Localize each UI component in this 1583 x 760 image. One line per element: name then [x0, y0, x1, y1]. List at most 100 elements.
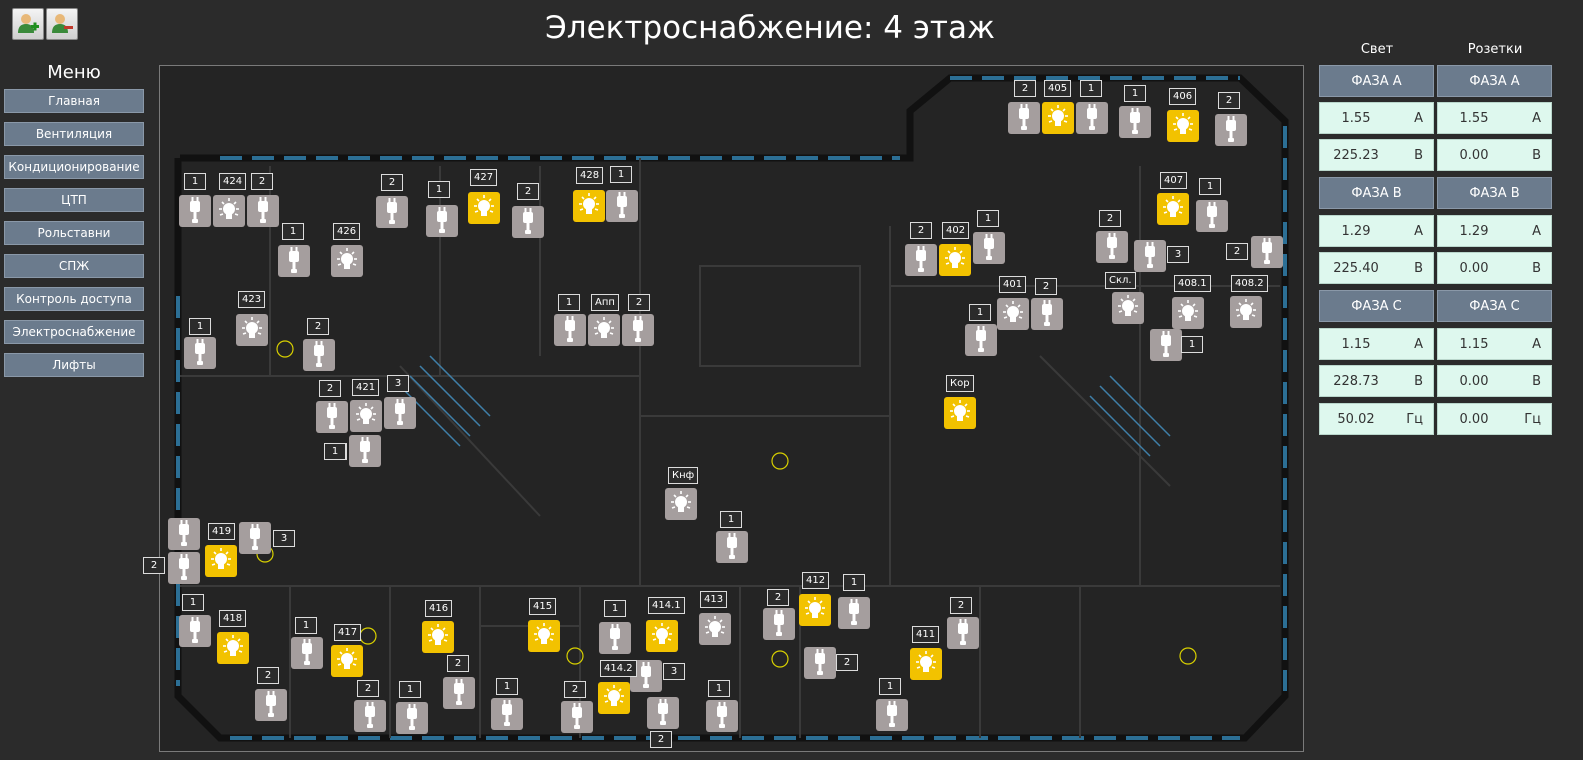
- light-indicator[interactable]: [1167, 110, 1199, 142]
- room-label-414-2: 414.2: [600, 660, 637, 677]
- room-label-1: 1: [879, 678, 901, 695]
- socket-indicator[interactable]: [376, 196, 408, 228]
- light-indicator[interactable]: [598, 682, 630, 714]
- menu-item-shutters[interactable]: Рольставни: [4, 221, 144, 245]
- light-indicator[interactable]: [350, 400, 382, 432]
- socket-indicator[interactable]: [622, 314, 654, 346]
- menu-item-main[interactable]: Главная: [4, 89, 144, 113]
- socket-indicator[interactable]: [354, 700, 386, 732]
- socket-indicator[interactable]: [763, 608, 795, 640]
- socket-indicator[interactable]: [278, 245, 310, 277]
- menu-item-spzh[interactable]: СПЖ: [4, 254, 144, 278]
- socket-indicator[interactable]: [1150, 329, 1182, 361]
- socket-indicator[interactable]: [706, 700, 738, 732]
- socket-indicator[interactable]: [184, 337, 216, 369]
- socket-indicator[interactable]: [876, 699, 908, 731]
- socket-indicator[interactable]: [965, 324, 997, 356]
- light-indicator[interactable]: [665, 488, 697, 520]
- room-label-1: 1: [1124, 85, 1146, 102]
- socket-indicator[interactable]: [255, 689, 287, 721]
- light-indicator[interactable]: [1230, 296, 1262, 328]
- light-indicator[interactable]: [1112, 292, 1144, 324]
- socket-indicator[interactable]: [512, 206, 544, 238]
- lightbulb-icon: [705, 616, 725, 637]
- socket-indicator[interactable]: [1134, 240, 1166, 272]
- menu-item-conditioning[interactable]: Кондиционирование: [4, 155, 144, 179]
- socket-indicator[interactable]: [1215, 114, 1247, 146]
- light-indicator[interactable]: [997, 298, 1029, 330]
- socket-indicator[interactable]: [838, 597, 870, 629]
- plug-icon: [815, 649, 825, 675]
- light-indicator[interactable]: [236, 314, 268, 346]
- menu-item-ventilation[interactable]: Вентиляция: [4, 122, 144, 146]
- socket-indicator[interactable]: [491, 698, 523, 730]
- light-indicator[interactable]: [799, 594, 831, 626]
- room-label-2: 2: [143, 557, 165, 574]
- light-indicator[interactable]: [944, 397, 976, 429]
- socket-indicator[interactable]: [349, 435, 381, 467]
- light-indicator[interactable]: [699, 613, 731, 645]
- room-label-3: 3: [273, 530, 295, 547]
- light-indicator[interactable]: [205, 545, 237, 577]
- socket-indicator[interactable]: [554, 314, 586, 346]
- light-indicator[interactable]: [646, 620, 678, 652]
- light-indicator[interactable]: [422, 621, 454, 653]
- socket-indicator[interactable]: [168, 552, 200, 584]
- socket-indicator[interactable]: [647, 697, 679, 729]
- socket-indicator[interactable]: [396, 702, 428, 734]
- light-indicator[interactable]: [468, 192, 500, 224]
- plug-icon: [360, 437, 370, 463]
- menu-item-access-control[interactable]: Контроль доступа: [4, 287, 144, 311]
- menu-item-ctp[interactable]: ЦТП: [4, 188, 144, 212]
- socket-indicator[interactable]: [426, 205, 458, 237]
- light-indicator[interactable]: [588, 314, 620, 346]
- page-title: Электроснабжение: 4 этаж: [545, 10, 995, 46]
- light-indicator[interactable]: [910, 648, 942, 680]
- socket-indicator[interactable]: [239, 522, 271, 554]
- light-indicator[interactable]: [331, 645, 363, 677]
- plug-icon: [179, 554, 189, 580]
- room-label-1: 1: [843, 574, 865, 591]
- socket-indicator[interactable]: [804, 647, 836, 679]
- socket-indicator[interactable]: [179, 615, 211, 647]
- light-indicator[interactable]: [573, 190, 605, 222]
- room-label-1: 1: [182, 594, 204, 611]
- room-label-419: 419: [208, 523, 236, 540]
- socket-indicator[interactable]: [1251, 236, 1283, 268]
- light-indicator[interactable]: [331, 245, 363, 277]
- menu-item-elevators[interactable]: Лифты: [4, 353, 144, 377]
- light-indicator[interactable]: [1042, 102, 1074, 134]
- socket-indicator[interactable]: [606, 190, 638, 222]
- light-indicator[interactable]: [939, 244, 971, 276]
- light-indicator[interactable]: [1172, 297, 1204, 329]
- socket-indicator[interactable]: [599, 622, 631, 654]
- socket-indicator[interactable]: [1031, 298, 1063, 330]
- socket-indicator[interactable]: [716, 531, 748, 563]
- room-label-2: 2: [381, 174, 403, 191]
- light-indicator[interactable]: [217, 632, 249, 664]
- socket-indicator[interactable]: [1076, 102, 1108, 134]
- socket-indicator[interactable]: [291, 637, 323, 669]
- socket-indicator[interactable]: [384, 397, 416, 429]
- socket-indicator[interactable]: [905, 244, 937, 276]
- socket-indicator[interactable]: [303, 339, 335, 371]
- socket-indicator[interactable]: [1196, 200, 1228, 232]
- socket-indicator[interactable]: [316, 401, 348, 433]
- socket-indicator[interactable]: [443, 677, 475, 709]
- socket-indicator[interactable]: [179, 195, 211, 227]
- light-indicator[interactable]: [1157, 193, 1189, 225]
- light-indicator[interactable]: [213, 195, 245, 227]
- lightbulb-icon: [219, 198, 239, 219]
- light-indicator[interactable]: [528, 620, 560, 652]
- socket-indicator[interactable]: [168, 518, 200, 550]
- lightbulb-icon: [474, 195, 494, 216]
- socket-indicator[interactable]: [1119, 106, 1151, 138]
- socket-indicator[interactable]: [247, 195, 279, 227]
- lightbulb-icon: [223, 635, 243, 656]
- socket-indicator[interactable]: [1008, 102, 1040, 134]
- socket-indicator[interactable]: [973, 232, 1005, 264]
- menu-item-power[interactable]: Электроснабжение: [4, 320, 144, 344]
- socket-indicator[interactable]: [561, 701, 593, 733]
- socket-indicator[interactable]: [947, 617, 979, 649]
- socket-indicator[interactable]: [1096, 231, 1128, 263]
